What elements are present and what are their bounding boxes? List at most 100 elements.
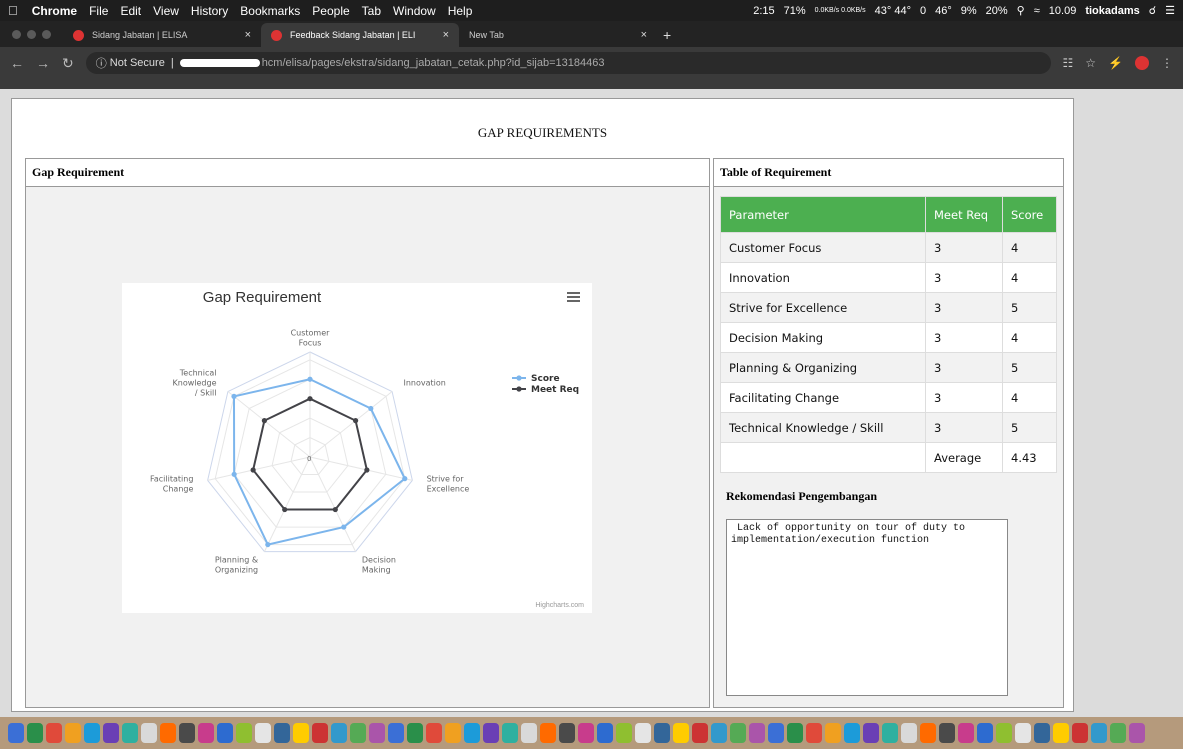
menu-view[interactable]: View [153,4,179,18]
dock-app-icon[interactable] [901,723,917,743]
dock-app-icon[interactable] [863,723,879,743]
dock-app-icon[interactable] [255,723,271,743]
close-tab-icon[interactable]: × [641,29,647,41]
dock-app-icon[interactable] [369,723,385,743]
forward-arrow-icon[interactable]: → [36,55,50,71]
battery-time[interactable]: 2:15 [753,5,774,17]
notification-icon[interactable]: ☰ [1165,4,1175,17]
menu-people[interactable]: People [312,4,349,18]
dock-app-icon[interactable] [1091,723,1107,743]
dock-app-icon[interactable] [730,723,746,743]
dock-app-icon[interactable] [350,723,366,743]
dock-app-icon[interactable] [1072,723,1088,743]
dock-app-icon[interactable] [673,723,689,743]
chart-menu-icon[interactable] [567,292,580,302]
dock-app-icon[interactable] [806,723,822,743]
dock-app-icon[interactable] [787,723,803,743]
dock-app-icon[interactable] [388,723,404,743]
dock-app-icon[interactable] [825,723,841,743]
dock-app-icon[interactable] [464,723,480,743]
dock-app-icon[interactable] [407,723,423,743]
dock-app-icon[interactable] [920,723,936,743]
dock-app-icon[interactable] [160,723,176,743]
battery-percent[interactable]: 71% [784,5,806,17]
menu-tab[interactable]: Tab [362,4,381,18]
recommendation-textarea[interactable]: Lack of opportunity on tour of duty to i… [726,519,1008,696]
close-tab-icon[interactable]: × [245,29,251,41]
menu-edit[interactable]: Edit [120,4,141,18]
status-zero[interactable]: 0 [920,5,926,17]
extension-icon[interactable]: ⚡ [1108,56,1123,70]
dock-app-icon[interactable] [502,723,518,743]
dock-app-icon[interactable] [635,723,651,743]
dock-app-icon[interactable] [1129,723,1145,743]
menu-bookmarks[interactable]: Bookmarks [240,4,300,18]
dock-app-icon[interactable] [8,723,24,743]
dock-app-icon[interactable] [996,723,1012,743]
dock-app-icon[interactable] [711,723,727,743]
dock-app-icon[interactable] [654,723,670,743]
search-icon[interactable]: ⚲ [1017,4,1025,17]
menu-app-name[interactable]: Chrome [32,4,77,18]
dock-app-icon[interactable] [217,723,233,743]
tab-sidang-jabatan[interactable]: Sidang Jabatan | ELISA × [63,23,261,47]
dock-app-icon[interactable] [559,723,575,743]
new-tab-button[interactable]: + [657,27,681,47]
dock-app-icon[interactable] [977,723,993,743]
dock-app-icon[interactable] [293,723,309,743]
dock-app-icon[interactable] [445,723,461,743]
menu-window[interactable]: Window [393,4,436,18]
clock[interactable]: 10.09 [1049,5,1077,17]
dock-app-icon[interactable] [692,723,708,743]
translate-icon[interactable]: ☷ [1063,56,1074,70]
dock-app-icon[interactable] [483,723,499,743]
dock-app-icon[interactable] [312,723,328,743]
dock-app-icon[interactable] [882,723,898,743]
dock-app-icon[interactable] [1053,723,1069,743]
close-tab-icon[interactable]: × [443,29,449,41]
menu-file[interactable]: File [89,4,108,18]
menu-history[interactable]: History [191,4,228,18]
dock-app-icon[interactable] [1110,723,1126,743]
apple-menu-icon[interactable]:  [8,3,18,18]
maximize-window-button[interactable] [42,30,51,39]
dock-app-icon[interactable] [597,723,613,743]
dock-app-icon[interactable] [578,723,594,743]
dock-app-icon[interactable] [768,723,784,743]
profile-avatar[interactable] [1135,56,1149,70]
network-speed[interactable]: 0.0KB/s 0.0KB/s [815,7,866,14]
dock-app-icon[interactable] [46,723,62,743]
info-icon[interactable]: ⓘ [96,55,110,71]
dock-app-icon[interactable] [65,723,81,743]
dock-app-icon[interactable] [521,723,537,743]
memory-usage[interactable]: 20% [986,5,1008,17]
dock-app-icon[interactable] [122,723,138,743]
tab-new-tab[interactable]: New Tab × [459,23,657,47]
spotlight-icon[interactable]: ☌ [1149,4,1156,17]
dock-app-icon[interactable] [84,723,100,743]
dock-app-icon[interactable] [274,723,290,743]
chart-credit[interactable]: Highcharts.com [535,602,584,609]
address-bar[interactable]: ⓘ Not Secure | hcm/elisa/pages/ekstra/si… [85,52,1051,74]
menu-help[interactable]: Help [448,4,473,18]
dock-app-icon[interactable] [540,723,556,743]
more-menu-icon[interactable]: ⋮ [1161,56,1173,70]
dock-app-icon[interactable] [939,723,955,743]
reload-icon[interactable]: ↻ [62,55,74,72]
dock-app-icon[interactable] [103,723,119,743]
dock-app-icon[interactable] [1034,723,1050,743]
dock-app-icon[interactable] [616,723,632,743]
dock-app-icon[interactable] [749,723,765,743]
cpu-usage[interactable]: 9% [961,5,977,17]
dock-app-icon[interactable] [1015,723,1031,743]
user-name[interactable]: tiokadams [1085,5,1139,17]
dock-app-icon[interactable] [198,723,214,743]
cpu-temp[interactable]: 46° [935,5,952,17]
temperature[interactable]: 43° 44° [875,5,911,17]
dock-app-icon[interactable] [958,723,974,743]
dock-app-icon[interactable] [179,723,195,743]
dock-app-icon[interactable] [236,723,252,743]
tab-feedback-sidang[interactable]: Feedback Sidang Jabatan | ELI × [261,23,459,47]
dock-app-icon[interactable] [844,723,860,743]
close-window-button[interactable] [12,30,21,39]
